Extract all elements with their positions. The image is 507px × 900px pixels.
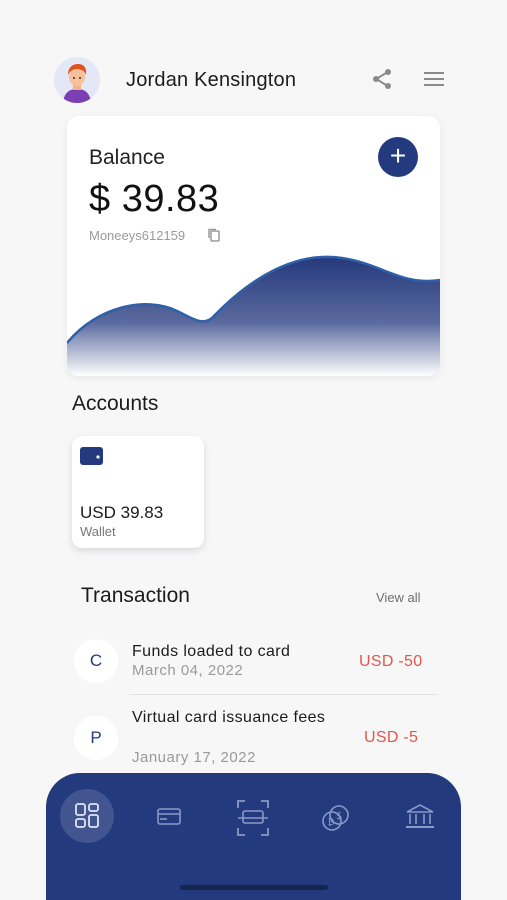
transaction-avatar: C <box>74 639 118 683</box>
cards-icon[interactable] <box>143 791 197 845</box>
balance-amount: $ 39.83 <box>89 178 220 220</box>
user-avatar[interactable] <box>54 57 100 103</box>
accounts-title: Accounts <box>72 392 159 415</box>
wallet-account-card[interactable]: USD 39.83 Wallet <box>72 436 204 548</box>
transaction-row[interactable]: C Funds loaded to card March 04, 2022 US… <box>74 638 440 684</box>
user-name: Jordan Kensington <box>126 69 297 91</box>
svg-text:$: $ <box>336 811 342 822</box>
bank-icon[interactable] <box>393 791 447 845</box>
account-id: Moneeys612159 <box>89 228 186 243</box>
transactions-title: Transaction <box>81 584 190 607</box>
transaction-date: January 17, 2022 <box>132 749 256 766</box>
hamburger-menu-icon[interactable] <box>422 69 446 89</box>
header: Jordan Kensington <box>54 57 450 105</box>
balance-card: Balance $ 39.83 Moneeys612159 + <box>67 116 440 376</box>
balance-wave-graphic <box>67 255 440 376</box>
transaction-row[interactable]: P Virtual card issuance fees January 17,… <box>74 708 440 768</box>
transaction-name: Funds loaded to card <box>132 643 291 660</box>
home-indicator <box>180 885 328 890</box>
crypto-coins-icon[interactable]: $ ₿ <box>309 791 363 845</box>
wallet-amount: USD 39.83 <box>80 503 164 522</box>
transaction-amount: USD -5 <box>364 729 419 746</box>
dashboard-icon[interactable] <box>60 789 114 843</box>
transaction-avatar: P <box>74 716 118 760</box>
bottom-navigation: $ ₿ <box>46 773 461 900</box>
svg-text:₿: ₿ <box>328 817 335 828</box>
add-funds-button[interactable]: + <box>378 137 418 177</box>
scan-icon[interactable] <box>226 791 280 845</box>
wallet-icon <box>80 446 104 466</box>
view-all-link[interactable]: View all <box>376 590 421 605</box>
wallet-label: Wallet <box>80 524 116 539</box>
divider <box>129 694 437 695</box>
balance-label: Balance <box>89 146 165 169</box>
transaction-date: March 04, 2022 <box>132 662 244 679</box>
transaction-name: Virtual card issuance fees <box>132 709 326 726</box>
transaction-amount: USD -50 <box>359 653 423 670</box>
share-icon[interactable] <box>370 67 394 91</box>
copy-icon[interactable] <box>206 227 222 243</box>
